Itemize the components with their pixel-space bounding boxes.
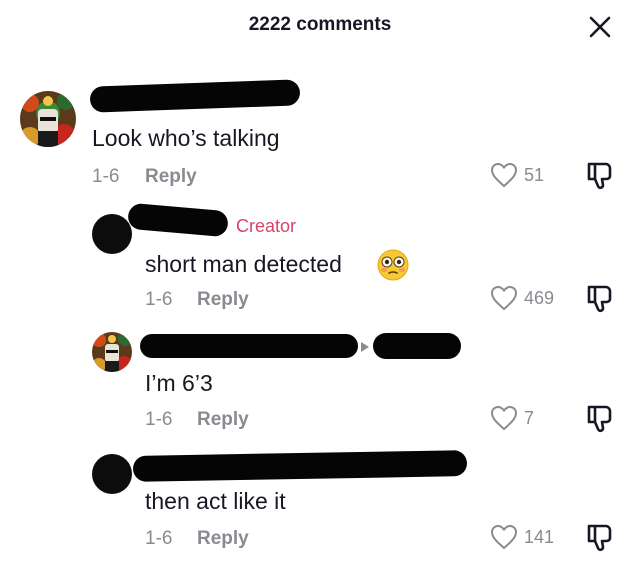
- thumbs-down-icon: [587, 524, 612, 552]
- redacted-username: [140, 334, 358, 358]
- flushed-face-emoji: [377, 249, 409, 281]
- comment-date: 1-6: [145, 409, 173, 430]
- reply-button[interactable]: Reply: [197, 409, 249, 431]
- creator-badge: Creator: [236, 216, 297, 236]
- reply-button[interactable]: Reply: [197, 528, 249, 550]
- comment-text: I’m 6’3: [145, 370, 213, 396]
- comment-date: 1-6: [145, 528, 173, 549]
- reply-button[interactable]: Reply: [145, 166, 197, 188]
- avatar[interactable]: [92, 454, 132, 494]
- like-button[interactable]: 7: [490, 405, 534, 431]
- like-count: 469: [524, 287, 555, 308]
- like-count: 7: [524, 407, 535, 428]
- redacted-username: [132, 450, 468, 482]
- close-icon: [589, 16, 611, 38]
- thumbs-down-icon: [587, 285, 612, 313]
- heart-outline-icon: [490, 162, 518, 188]
- like-button[interactable]: 141: [490, 524, 554, 550]
- heart-outline-icon: [490, 524, 518, 550]
- reply-button[interactable]: Reply: [197, 289, 249, 311]
- avatar[interactable]: [20, 91, 76, 147]
- comment-text: short man detected: [145, 251, 342, 277]
- dislike-button[interactable]: [585, 161, 613, 196]
- like-button[interactable]: 51: [490, 162, 544, 188]
- close-button[interactable]: [583, 10, 617, 44]
- thumbs-down-icon: [587, 162, 612, 190]
- dislike-button[interactable]: [585, 404, 613, 439]
- avatar[interactable]: [92, 214, 132, 254]
- thumbs-down-icon: [587, 405, 612, 433]
- redacted-username: [127, 202, 229, 238]
- comment-text: Look who’s talking: [92, 125, 280, 151]
- like-count: 51: [524, 164, 545, 185]
- comment-date: 1-6: [145, 289, 173, 310]
- redacted-username: [373, 333, 461, 359]
- like-button[interactable]: 469: [490, 285, 554, 311]
- avatar[interactable]: [92, 332, 132, 372]
- reply-arrow-icon: [361, 342, 369, 352]
- comments-count-title: 2222 comments: [248, 14, 392, 35]
- comment-date: 1-6: [92, 166, 120, 187]
- heart-outline-icon: [490, 285, 518, 311]
- comment-text: then act like it: [145, 488, 286, 514]
- redacted-username: [89, 79, 301, 113]
- heart-outline-icon: [490, 405, 518, 431]
- dislike-button[interactable]: [585, 284, 613, 319]
- like-count: 141: [524, 526, 555, 547]
- dislike-button[interactable]: [585, 523, 613, 558]
